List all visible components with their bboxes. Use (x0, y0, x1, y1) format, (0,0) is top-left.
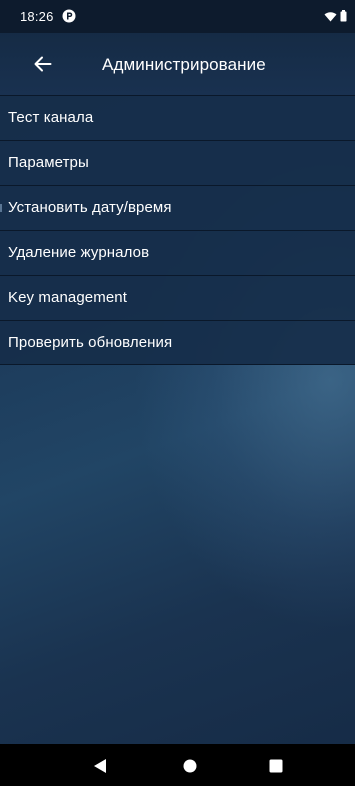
nav-recents-button[interactable] (265, 755, 287, 777)
menu-item-parameters[interactable]: Параметры (0, 140, 355, 185)
menu-item-label: Удаление журналов (8, 244, 150, 261)
menu-item-check-updates[interactable]: Проверить обновления (0, 320, 355, 365)
menu-item-label: Key management (8, 289, 127, 306)
triangle-back-icon (94, 759, 106, 773)
app-bar: Администрирование (0, 33, 355, 95)
nav-back-button[interactable] (89, 755, 111, 777)
page-title: Администрирование (102, 55, 266, 74)
arrow-left-icon (34, 56, 52, 72)
notification-app-icon (62, 9, 76, 23)
menu-item-label: Установить дату/время (8, 199, 172, 216)
battery-icon (340, 9, 347, 27)
menu-item-set-date-time[interactable]: Установить дату/время (0, 185, 355, 230)
menu-item-label: Проверить обновления (8, 334, 173, 351)
menu-item-delete-logs[interactable]: Удаление журналов (0, 230, 355, 275)
status-bar: 18:26 (0, 0, 355, 33)
menu-item-label: Параметры (8, 154, 89, 171)
wifi-icon (324, 9, 337, 27)
circle-home-icon (183, 759, 197, 773)
status-icons (324, 9, 347, 27)
system-nav-bar (0, 744, 355, 786)
menu-item-key-management[interactable]: Key management (0, 275, 355, 320)
menu-item-channel-test[interactable]: Тест канала (0, 95, 355, 140)
square-recents-icon (269, 759, 283, 773)
nav-home-button[interactable] (179, 755, 201, 777)
admin-menu-list: Тест канала Параметры Установить дату/вр… (0, 95, 355, 365)
status-time: 18:26 (20, 9, 54, 24)
screen: 18:26 Администрирование Тест канала Пара… (0, 0, 355, 786)
menu-item-label: Тест канала (8, 109, 94, 126)
back-button[interactable] (28, 50, 58, 78)
